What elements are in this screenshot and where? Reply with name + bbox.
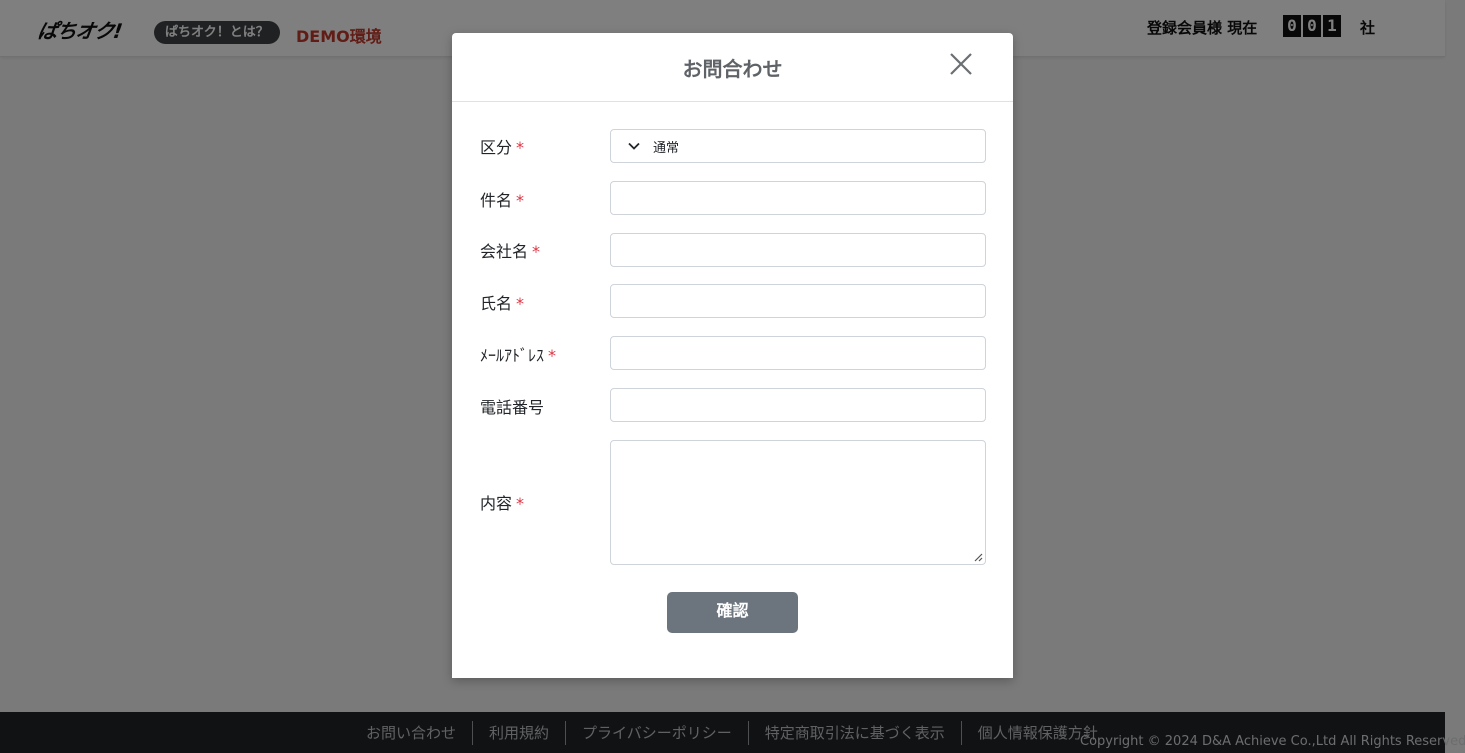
chevron-down-icon: [628, 142, 640, 150]
email-label-text: ﾒｰﾙｱﾄﾞﾚｽ: [480, 346, 545, 365]
phone-input[interactable]: [610, 388, 986, 422]
required-mark: *: [516, 294, 525, 313]
required-mark: *: [516, 138, 525, 157]
category-label: 区分 *: [480, 134, 524, 158]
close-button[interactable]: [947, 50, 975, 78]
resize-handle-icon[interactable]: [973, 552, 983, 562]
email-label: ﾒｰﾙｱﾄﾞﾚｽ *: [480, 342, 556, 366]
subject-label: 件名 *: [480, 187, 524, 211]
phone-label: 電話番号: [480, 394, 544, 418]
content-textarea[interactable]: [610, 440, 986, 565]
category-selected-value: 通常: [653, 139, 680, 155]
content-label: 内容 *: [480, 490, 524, 514]
required-mark: *: [516, 494, 525, 513]
email-input[interactable]: [610, 336, 986, 370]
required-mark: *: [548, 346, 557, 365]
contact-modal: お問合わせ 区分* 通常 件名* 会社名* 氏名* ﾒｰﾙｱﾄﾞﾚｽ*: [452, 33, 1013, 678]
name-label-text: 氏名: [480, 294, 513, 313]
name-input[interactable]: [610, 284, 986, 318]
name-label: 氏名 *: [480, 290, 524, 314]
close-icon: [950, 53, 972, 75]
subject-label-text: 件名: [480, 191, 513, 210]
category-select[interactable]: 通常: [610, 129, 986, 163]
company-input[interactable]: [610, 233, 986, 267]
company-label: 会社名 *: [480, 238, 540, 262]
confirm-button[interactable]: 確認: [667, 592, 798, 633]
category-label-text: 区分: [480, 138, 513, 157]
modal-title: お問合わせ: [682, 57, 783, 81]
modal-header: お問合わせ: [452, 33, 1013, 102]
content-label-text: 内容: [480, 494, 513, 513]
phone-label-text: 電話番号: [480, 398, 545, 417]
company-label-text: 会社名: [480, 242, 529, 261]
subject-input[interactable]: [610, 181, 986, 215]
required-mark: *: [516, 191, 525, 210]
required-mark: *: [532, 242, 541, 261]
